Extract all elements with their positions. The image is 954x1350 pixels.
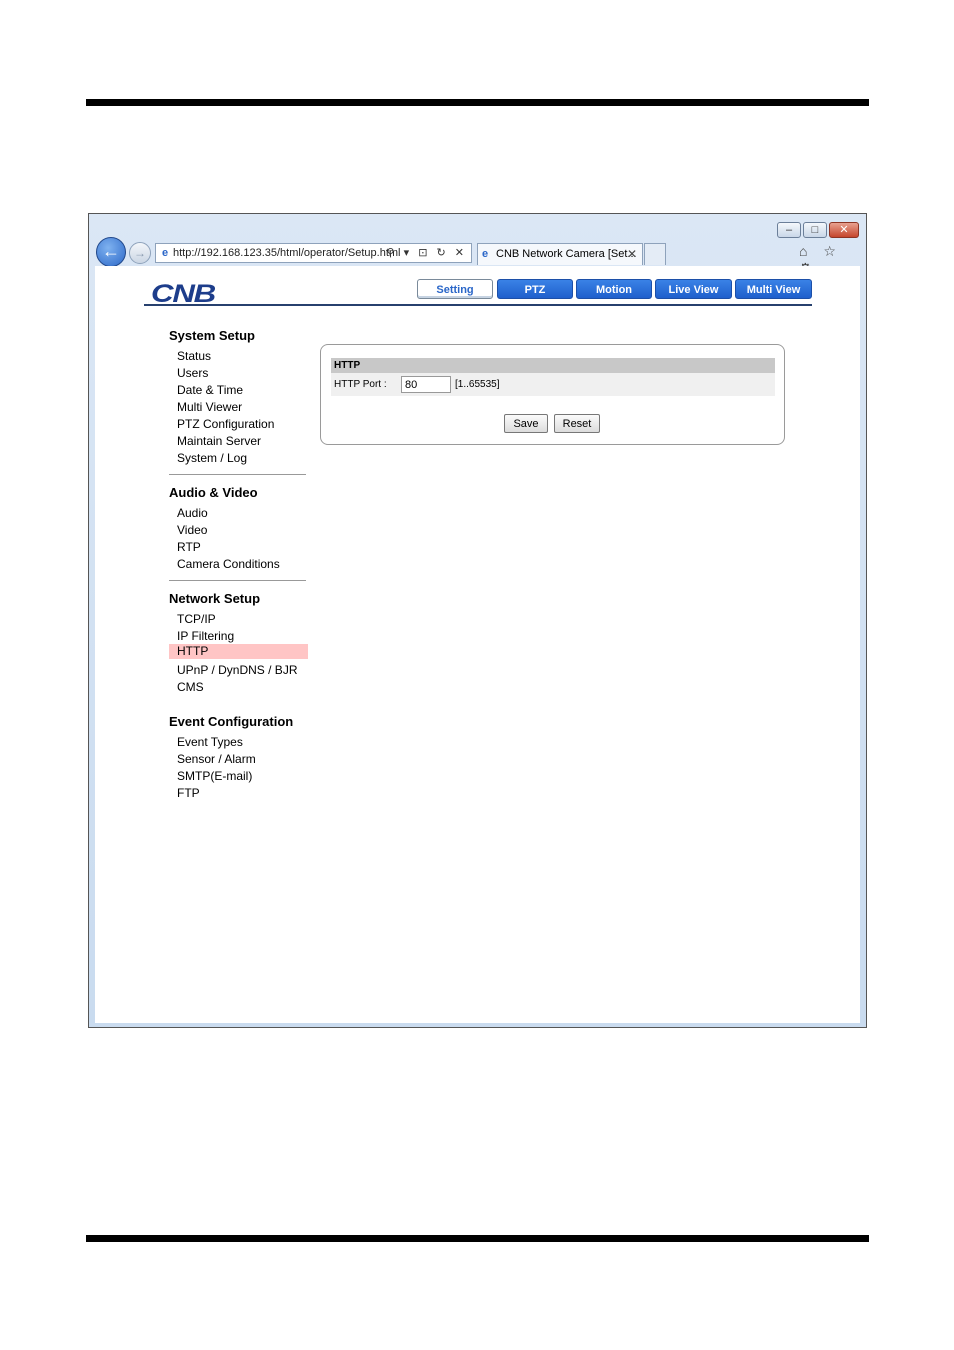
http-port-range: [1..65535] <box>455 379 500 390</box>
http-settings-panel: HTTP HTTP Port : [1..65535] Save Reset <box>320 344 785 445</box>
reset-button[interactable]: Reset <box>554 414 600 433</box>
top-rule <box>86 99 869 106</box>
forward-arrow-icon[interactable]: → <box>129 242 151 264</box>
close-window-button[interactable]: ✕ <box>829 222 859 238</box>
sidebar-divider <box>169 580 306 581</box>
sidebar-item-audio[interactable]: Audio <box>177 506 208 520</box>
sidebar-item-cms[interactable]: CMS <box>177 680 204 694</box>
nav-ptz-button[interactable]: PTZ <box>497 279 573 299</box>
panel-title: HTTP <box>331 358 775 373</box>
sidebar-item-smtp-email[interactable]: SMTP(E-mail) <box>177 769 252 783</box>
sidebar-item-date-time[interactable]: Date & Time <box>177 383 243 397</box>
http-port-input[interactable] <box>401 376 451 393</box>
browser-window: – □ ✕ ← → e http://192.168.123.35/html/op… <box>88 213 867 1028</box>
sidebar-item-system-log[interactable]: System / Log <box>177 451 247 465</box>
address-text[interactable]: http://192.168.123.35/html/operator/Setu… <box>173 244 403 262</box>
nav-motion-button[interactable]: Motion <box>576 279 652 299</box>
section-title-audio-video: Audio & Video <box>169 485 258 500</box>
sidebar-divider <box>169 474 306 475</box>
section-title-event-configuration: Event Configuration <box>169 714 294 729</box>
sidebar-item-video[interactable]: Video <box>177 523 207 537</box>
ie-tab-icon: e <box>482 248 489 260</box>
sidebar-item-upnp-dyndns-bjr[interactable]: UPnP / DynDNS / BJR <box>177 663 297 677</box>
section-title-system-setup: System Setup <box>169 328 255 343</box>
ie-page-icon: e <box>161 247 169 259</box>
maximize-button[interactable]: □ <box>803 222 827 238</box>
sidebar-item-maintain-server[interactable]: Maintain Server <box>177 434 261 448</box>
http-port-row: HTTP Port : [1..65535] <box>331 373 775 396</box>
sidebar-item-rtp[interactable]: RTP <box>177 540 201 554</box>
page-viewport: CNB Setting PTZ Motion Live View Multi V… <box>95 266 860 1023</box>
sidebar-item-multi-viewer[interactable]: Multi Viewer <box>177 400 242 414</box>
nav-live-view-button[interactable]: Live View <box>655 279 732 299</box>
sidebar-item-ftp[interactable]: FTP <box>177 786 200 800</box>
address-bar[interactable]: e http://192.168.123.35/html/operator/Set… <box>155 243 472 263</box>
sidebar-item-camera-conditions[interactable]: Camera Conditions <box>177 557 280 571</box>
nav-setting-button[interactable]: Setting <box>417 279 493 299</box>
bottom-rule <box>86 1235 869 1242</box>
tab-close-icon[interactable]: ✕ <box>627 244 637 265</box>
sidebar-item-ip-filtering[interactable]: IP Filtering <box>177 629 234 643</box>
sidebar-item-ptz-configuration[interactable]: PTZ Configuration <box>177 417 274 431</box>
tab-title: CNB Network Camera [Set... <box>496 248 637 260</box>
header-divider <box>144 304 812 306</box>
section-title-network-setup: Network Setup <box>169 591 261 606</box>
save-button[interactable]: Save <box>504 414 548 433</box>
sidebar-item-http[interactable]: HTTP <box>169 644 308 659</box>
browser-tab[interactable]: e CNB Network Camera [Set... ✕ <box>477 243 643 265</box>
minimize-button[interactable]: – <box>777 222 801 238</box>
new-tab-button[interactable] <box>644 243 666 265</box>
http-port-label: HTTP Port : <box>334 379 387 390</box>
sidebar-item-tcp-ip[interactable]: TCP/IP <box>177 612 216 626</box>
back-arrow-icon[interactable]: ← <box>96 237 126 267</box>
sidebar-item-event-types[interactable]: Event Types <box>177 735 243 749</box>
address-tools-icons[interactable]: ⚲ ▾ ⊡ ↻ ✕ <box>387 244 467 262</box>
sidebar-item-status[interactable]: Status <box>177 349 211 363</box>
nav-multi-view-button[interactable]: Multi View <box>735 279 812 299</box>
sidebar-item-users[interactable]: Users <box>177 366 208 380</box>
sidebar-item-sensor-alarm[interactable]: Sensor / Alarm <box>177 752 256 766</box>
